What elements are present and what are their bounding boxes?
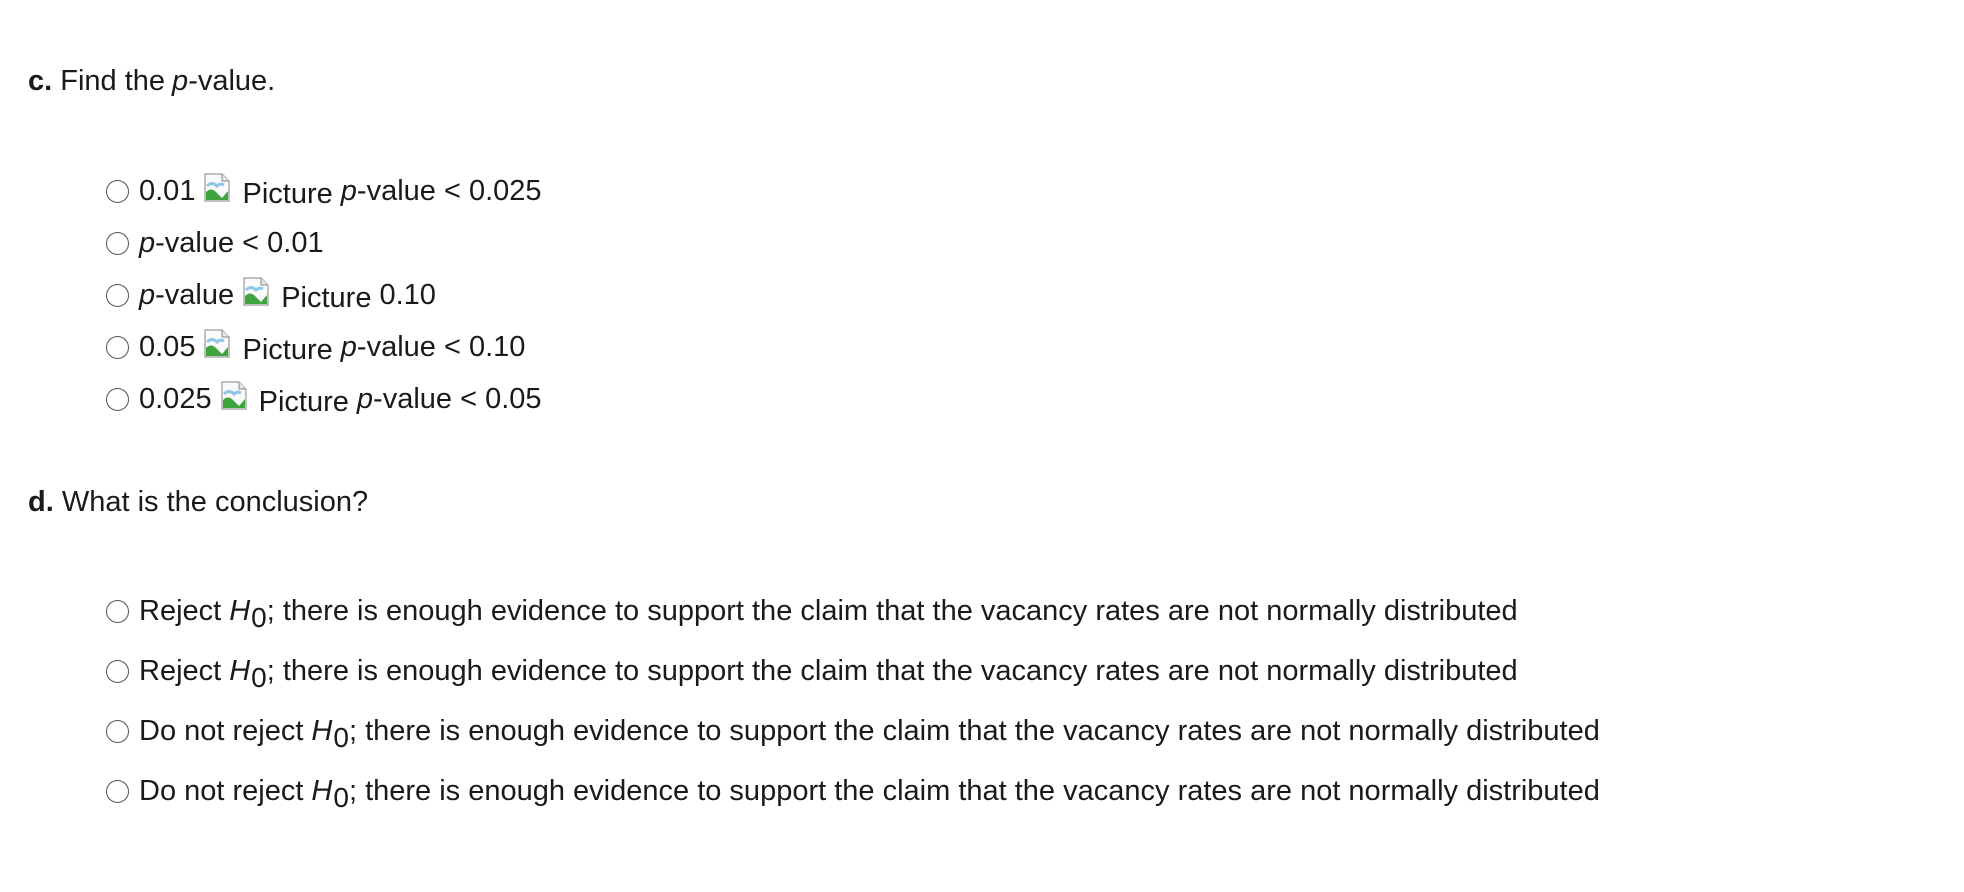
d-option-2-label: Reject H 0; there is enough evidence to s… <box>139 654 1518 694</box>
c-option-3-label: p -value Picture 0.10 <box>139 276 436 315</box>
c-option-1-picture-alt: Picture <box>242 177 333 210</box>
c-option-3-picture-alt: Picture <box>281 281 372 314</box>
c-option-2-p-symbol: p <box>139 226 156 259</box>
question-c-text-before: Find the <box>60 65 166 97</box>
d-option-2-prefix: Reject <box>139 654 222 687</box>
page: c. Find the p-value. 0.01 Picture p -value… <box>0 0 1964 892</box>
question-d-letter: d. <box>28 486 54 518</box>
d-option-1[interactable]: Reject H 0; there is enough evidence to s… <box>106 581 1600 641</box>
question-c-text-after: -value. <box>188 65 276 97</box>
c-option-4-lower: 0.05 <box>139 330 196 363</box>
question-c-prompt: c. Find the p-value. <box>28 61 275 101</box>
c-option-4[interactable]: 0.05 Picture p -value < 0.10 <box>106 321 542 373</box>
c-option-1-radio[interactable] <box>106 179 129 203</box>
c-option-1-rest: -value < 0.025 <box>356 174 542 207</box>
d-option-4-h-subscript: 0 <box>333 782 349 813</box>
c-option-3-p-symbol: p <box>139 278 156 311</box>
c-option-1[interactable]: 0.01 Picture p -value < 0.025 <box>106 165 542 217</box>
d-option-3-rest: ; there is enough evidence to support th… <box>348 714 1600 747</box>
d-option-1-prefix: Reject <box>139 594 222 627</box>
c-option-3[interactable]: p -value Picture 0.10 <box>106 269 542 321</box>
question-d-options: Reject H 0; there is enough evidence to s… <box>106 581 1600 821</box>
d-option-4-radio[interactable] <box>106 779 129 803</box>
d-option-3-h-symbol: H <box>311 714 333 747</box>
c-option-1-picture: Picture <box>202 172 333 211</box>
c-option-2[interactable]: p -value < 0.01 <box>106 217 542 269</box>
broken-image-icon <box>204 172 231 202</box>
c-option-1-label: 0.01 Picture p -value < 0.025 <box>139 172 542 211</box>
c-option-4-picture-alt: Picture <box>242 333 333 366</box>
c-option-3-radio[interactable] <box>106 283 129 307</box>
c-option-4-picture: Picture <box>202 328 333 367</box>
d-option-4-rest: ; there is enough evidence to support th… <box>348 774 1600 807</box>
c-option-5-lower: 0.025 <box>139 382 212 415</box>
d-option-1-h-subscript: 0 <box>251 602 267 633</box>
d-option-4-prefix: Do not reject <box>139 774 304 807</box>
d-option-1-h-symbol: H <box>229 594 251 627</box>
broken-image-icon <box>220 380 247 410</box>
c-option-5-rest: -value < 0.05 <box>373 382 542 415</box>
d-option-3-radio[interactable] <box>106 719 129 743</box>
d-option-1-rest: ; there is enough evidence to support th… <box>266 594 1518 627</box>
d-option-1-label: Reject H 0; there is enough evidence to s… <box>139 594 1518 634</box>
question-c-letter: c. <box>28 65 53 97</box>
d-option-2-h-symbol: H <box>229 654 251 687</box>
d-option-4-label: Do not reject H 0; there is enough eviden… <box>139 774 1600 814</box>
d-option-3-h-subscript: 0 <box>333 722 349 753</box>
c-option-4-label: 0.05 Picture p -value < 0.10 <box>139 328 525 367</box>
c-option-2-label: p -value < 0.01 <box>139 227 324 260</box>
c-option-1-lower: 0.01 <box>139 174 196 207</box>
c-option-4-p-symbol: p <box>340 330 357 363</box>
d-option-3-prefix: Do not reject <box>139 714 304 747</box>
c-option-2-rest: -value < 0.01 <box>155 226 324 259</box>
d-option-3[interactable]: Do not reject H 0; there is enough eviden… <box>106 701 1600 761</box>
c-option-5-picture: Picture <box>219 380 349 419</box>
c-option-3-picture: Picture <box>241 276 371 315</box>
question-d-prompt: d. What is the conclusion? <box>28 482 368 522</box>
d-option-4-h-symbol: H <box>311 774 333 807</box>
question-c-p-symbol: p <box>172 65 189 97</box>
c-option-5[interactable]: 0.025 Picture p -value < 0.05 <box>106 373 542 425</box>
c-option-4-rest: -value < 0.10 <box>356 330 526 363</box>
d-option-2-radio[interactable] <box>106 659 129 683</box>
c-option-5-radio[interactable] <box>106 387 129 411</box>
c-option-5-picture-alt: Picture <box>258 385 349 418</box>
c-option-5-p-symbol: p <box>356 382 374 415</box>
d-option-1-radio[interactable] <box>106 599 129 623</box>
d-option-3-label: Do not reject H 0; there is enough eviden… <box>139 714 1600 754</box>
c-option-1-p-symbol: p <box>340 174 357 207</box>
d-option-2-h-subscript: 0 <box>251 662 267 693</box>
c-option-4-radio[interactable] <box>106 335 129 359</box>
broken-image-icon <box>243 276 269 306</box>
question-c-options: 0.01 Picture p -value < 0.025 p -value < 0… <box>106 165 542 425</box>
c-option-3-mid: -value <box>155 278 235 311</box>
c-option-3-value: 0.10 <box>379 278 436 311</box>
d-option-2-rest: ; there is enough evidence to support th… <box>266 654 1518 687</box>
c-option-2-radio[interactable] <box>106 231 129 255</box>
c-option-5-label: 0.025 Picture p -value < 0.05 <box>139 380 542 419</box>
broken-image-icon <box>204 328 231 358</box>
d-option-4[interactable]: Do not reject H 0; there is enough eviden… <box>106 761 1600 821</box>
question-d-text: What is the conclusion? <box>61 486 369 518</box>
d-option-2[interactable]: Reject H 0; there is enough evidence to s… <box>106 641 1600 701</box>
